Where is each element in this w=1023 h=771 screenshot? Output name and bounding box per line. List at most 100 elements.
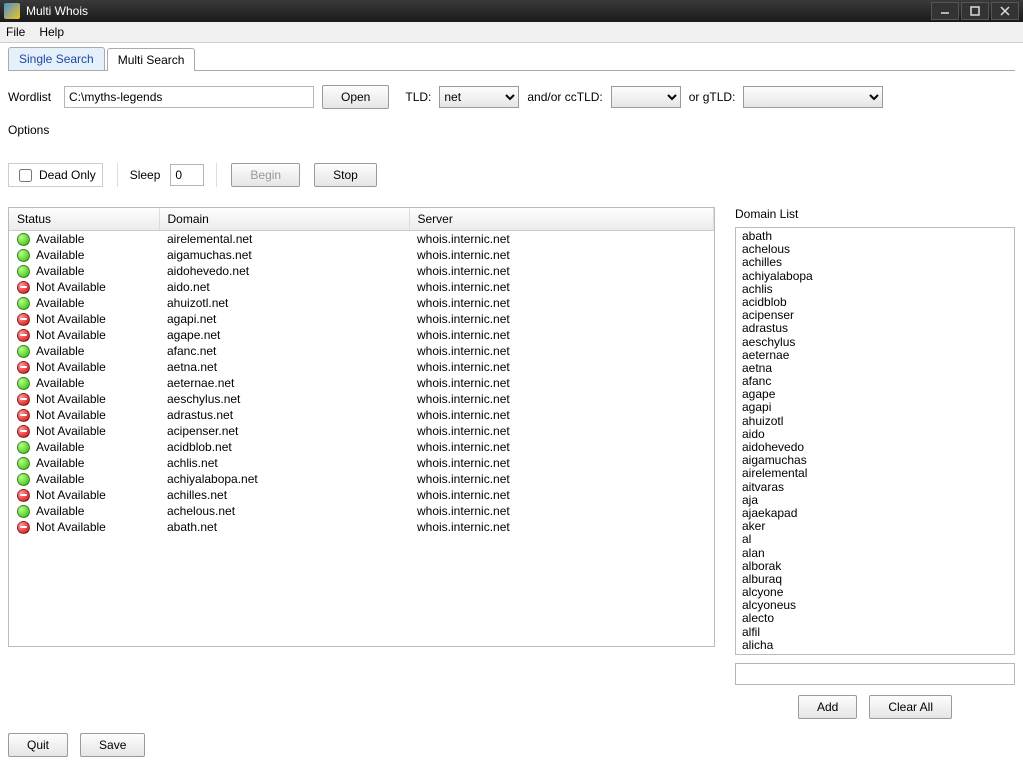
open-button[interactable]: Open (322, 85, 389, 109)
not-available-icon (17, 393, 30, 406)
list-item[interactable]: aitvaras (740, 481, 1010, 494)
available-icon (17, 505, 30, 518)
domain-cell: aido.net (159, 279, 409, 295)
clear-all-button[interactable]: Clear All (869, 695, 952, 719)
save-button[interactable]: Save (80, 733, 145, 757)
list-item[interactable]: afanc (740, 375, 1010, 388)
available-icon (17, 457, 30, 470)
server-cell: whois.internic.net (409, 407, 714, 423)
list-item[interactable]: achiyalabopa (740, 270, 1010, 283)
status-text: Not Available (36, 488, 106, 502)
col-server[interactable]: Server (409, 208, 714, 231)
status-text: Available (36, 264, 84, 278)
gtld-select[interactable] (743, 86, 883, 108)
tld-select[interactable]: net (439, 86, 519, 108)
quit-button[interactable]: Quit (8, 733, 68, 757)
stop-button[interactable]: Stop (314, 163, 377, 187)
menu-bar: File Help (0, 22, 1023, 43)
table-row[interactable]: Availableahuizotl.netwhois.internic.net (9, 295, 714, 311)
table-row[interactable]: Availableachiyalabopa.netwhois.internic.… (9, 471, 714, 487)
tab-single-search[interactable]: Single Search (8, 47, 105, 70)
table-row[interactable]: Not Availableagape.netwhois.internic.net (9, 327, 714, 343)
list-item[interactable]: adrastus (740, 322, 1010, 335)
table-row[interactable]: Not Availableaeschylus.netwhois.internic… (9, 391, 714, 407)
sleep-input[interactable] (170, 164, 204, 186)
list-item[interactable]: alecto (740, 612, 1010, 625)
begin-button[interactable]: Begin (231, 163, 300, 187)
domain-add-input[interactable] (735, 663, 1015, 685)
list-item[interactable]: aeschylus (740, 336, 1010, 349)
not-available-icon (17, 313, 30, 326)
table-row[interactable]: Not Availableabath.netwhois.internic.net (9, 519, 714, 535)
table-row[interactable]: Availableaigamuchas.netwhois.internic.ne… (9, 247, 714, 263)
domain-cell: airelemental.net (159, 231, 409, 248)
wordlist-input[interactable] (64, 86, 314, 108)
not-available-icon (17, 329, 30, 342)
table-row[interactable]: Availableairelemental.netwhois.internic.… (9, 231, 714, 248)
list-item[interactable]: aker (740, 520, 1010, 533)
domain-cell: adrastus.net (159, 407, 409, 423)
wordlist-label: Wordlist (8, 90, 56, 104)
server-cell: whois.internic.net (409, 471, 714, 487)
table-row[interactable]: Not Availableachilles.netwhois.internic.… (9, 487, 714, 503)
list-item[interactable]: agapi (740, 401, 1010, 414)
col-domain[interactable]: Domain (159, 208, 409, 231)
deadonly-checkbox[interactable]: Dead Only (8, 163, 103, 187)
list-item[interactable]: agape (740, 388, 1010, 401)
list-item[interactable]: achilles (740, 256, 1010, 269)
table-row[interactable]: Availableachlis.netwhois.internic.net (9, 455, 714, 471)
list-item[interactable]: aeternae (740, 349, 1010, 362)
col-status[interactable]: Status (9, 208, 159, 231)
table-row[interactable]: Availableachelous.netwhois.internic.net (9, 503, 714, 519)
server-cell: whois.internic.net (409, 231, 714, 248)
menu-help[interactable]: Help (39, 25, 64, 39)
status-text: Available (36, 296, 84, 310)
results-table[interactable]: Status Domain Server Availableairelement… (8, 207, 715, 647)
add-button[interactable]: Add (798, 695, 857, 719)
table-row[interactable]: Not Availableacipenser.netwhois.internic… (9, 423, 714, 439)
close-button[interactable] (991, 2, 1019, 20)
domain-cell: achilles.net (159, 487, 409, 503)
table-row[interactable]: Availableaidohevedo.netwhois.internic.ne… (9, 263, 714, 279)
tab-multi-search[interactable]: Multi Search (107, 48, 196, 71)
list-item[interactable]: al (740, 533, 1010, 546)
app-icon (4, 3, 20, 19)
not-available-icon (17, 489, 30, 502)
list-item[interactable]: alcyoneus (740, 599, 1010, 612)
list-item[interactable]: alborak (740, 560, 1010, 573)
table-row[interactable]: Not Availableaetna.netwhois.internic.net (9, 359, 714, 375)
server-cell: whois.internic.net (409, 359, 714, 375)
list-item[interactable]: ahuizotl (740, 415, 1010, 428)
available-icon (17, 377, 30, 390)
not-available-icon (17, 281, 30, 294)
maximize-button[interactable] (961, 2, 989, 20)
list-item[interactable]: aetna (740, 362, 1010, 375)
list-item[interactable]: achlis (740, 283, 1010, 296)
server-cell: whois.internic.net (409, 327, 714, 343)
table-row[interactable]: Not Available adrastus.netwhois.internic.… (9, 407, 714, 423)
table-row[interactable]: Availableacidblob.netwhois.internic.net (9, 439, 714, 455)
table-row[interactable]: Availableaeternae.netwhois.internic.net (9, 375, 714, 391)
domain-cell: aigamuchas.net (159, 247, 409, 263)
status-text: Available (36, 376, 84, 390)
list-item[interactable]: aja (740, 494, 1010, 507)
list-item[interactable]: alan (740, 547, 1010, 560)
status-text: Available (36, 504, 84, 518)
list-item[interactable]: alicha (740, 639, 1010, 652)
domain-cell: aeschylus.net (159, 391, 409, 407)
table-row[interactable]: Not Availableaido.netwhois.internic.net (9, 279, 714, 295)
available-icon (17, 265, 30, 278)
cctld-select[interactable] (611, 86, 681, 108)
domain-cell: aetna.net (159, 359, 409, 375)
domain-listbox[interactable]: abathachelousachillesachiyalabopaachlisa… (735, 227, 1015, 655)
list-item[interactable]: alfil (740, 626, 1010, 639)
list-item[interactable]: ajaekapad (740, 507, 1010, 520)
table-row[interactable]: Availableafanc.netwhois.internic.net (9, 343, 714, 359)
status-text: Not Available (36, 408, 106, 422)
menu-file[interactable]: File (6, 25, 25, 39)
minimize-button[interactable] (931, 2, 959, 20)
list-item[interactable]: airelemental (740, 467, 1010, 480)
deadonly-input[interactable] (19, 169, 32, 182)
server-cell: whois.internic.net (409, 279, 714, 295)
table-row[interactable]: Not Availableagapi.netwhois.internic.net (9, 311, 714, 327)
